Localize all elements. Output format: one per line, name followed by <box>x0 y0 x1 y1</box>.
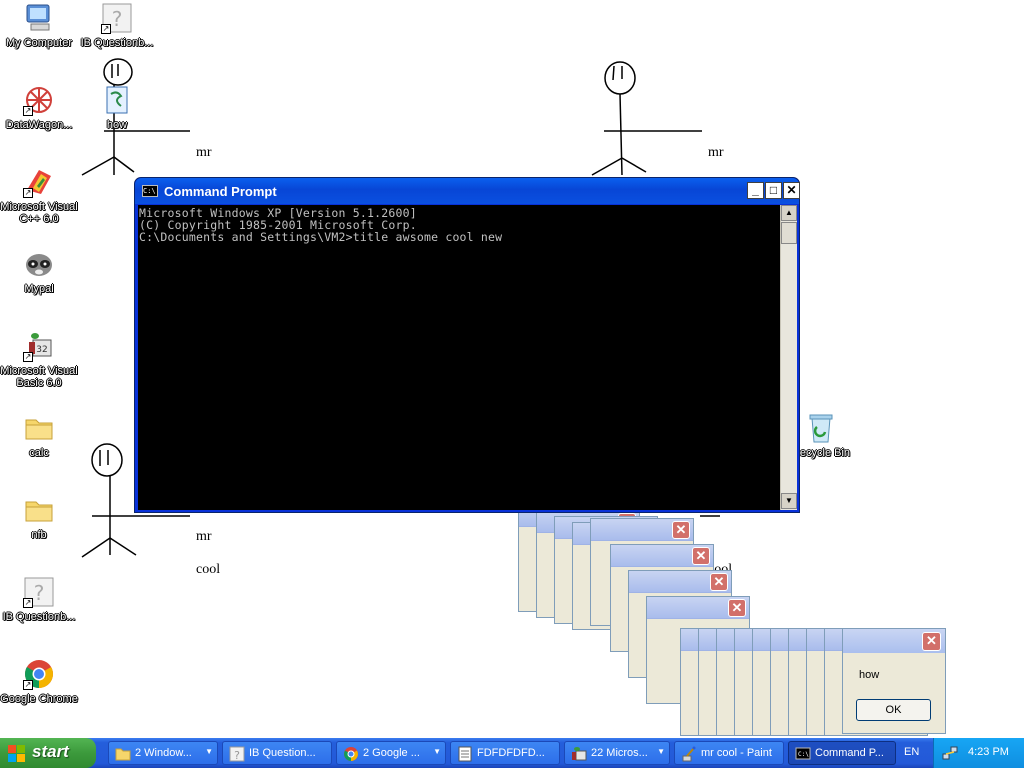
console-line: C:\Documents and Settings\VM2>title awso… <box>139 230 503 244</box>
chevron-down-icon: ▼ <box>433 747 441 756</box>
windows-flag-icon <box>8 745 25 762</box>
taskbar-button-google-chrome[interactable]: 2 Google ... ▼ <box>336 741 446 765</box>
cmd-icon: C:\ <box>795 747 811 760</box>
chrome-icon: ↗ <box>23 658 55 690</box>
scroll-thumb[interactable] <box>781 222 797 244</box>
desktop-icon-datawagon[interactable]: ↗ DataWagon... <box>0 84 78 131</box>
taskbar-button-command-prompt[interactable]: C:\ Command P... <box>788 741 896 765</box>
maximize-button[interactable]: □ <box>765 182 782 199</box>
vertical-scrollbar[interactable]: ▲ ▼ <box>780 205 797 510</box>
window-title: Command Prompt <box>164 184 277 199</box>
recycle-bin-icon <box>805 412 837 444</box>
close-button[interactable]: ✕ <box>728 599 746 617</box>
close-button[interactable]: ✕ <box>710 573 728 591</box>
taskbar-button-ib-question[interactable]: ? IB Question... <box>222 741 332 765</box>
message-box-titlebar[interactable]: ✕ <box>611 545 713 567</box>
message-text: how <box>859 669 880 681</box>
taskbar-button-fdfdfdfd[interactable]: FDFDFDFD... <box>450 741 560 765</box>
message-box-titlebar[interactable]: ✕ <box>647 597 749 619</box>
console-output[interactable]: Microsoft Windows XP [Version 5.1.2600] … <box>138 205 780 510</box>
ok-button[interactable]: OK <box>856 699 931 721</box>
desktop-icon-nfb-folder[interactable]: nfb <box>0 494 78 541</box>
message-box: ✕ how OK <box>842 628 946 734</box>
cmd-icon: C:\ <box>142 185 158 197</box>
taskbar: start 2 Window... ▼ ? IB Question... 2 G… <box>0 738 1024 768</box>
paint-icon <box>682 746 696 762</box>
datawagon-icon: ↗ <box>23 84 55 116</box>
paint-text-mr: mr <box>196 529 212 544</box>
message-box-titlebar[interactable]: ✕ <box>629 571 731 593</box>
desktop-icon-google-chrome[interactable]: ↗ Google Chrome <box>0 658 78 705</box>
script-file-icon <box>101 84 133 116</box>
start-button[interactable]: start <box>0 738 96 768</box>
language-indicator[interactable]: EN <box>904 746 919 758</box>
clock[interactable]: 4:23 PM <box>968 746 1009 758</box>
unknown-shortcut-icon: ? ↗ <box>23 576 55 608</box>
close-button[interactable]: ✕ <box>672 521 690 539</box>
desktop-icon-how[interactable]: how <box>78 84 156 131</box>
paint-text-mr: mr <box>708 145 724 160</box>
minimize-button[interactable]: _ <box>747 182 764 199</box>
desktop-icon-mypal[interactable]: Mypal <box>0 248 78 295</box>
close-button[interactable]: ✕ <box>783 182 800 199</box>
svg-text:?: ? <box>234 749 240 762</box>
scroll-up-arrow-icon[interactable]: ▲ <box>781 205 797 221</box>
svg-text:C:\: C:\ <box>798 751 809 758</box>
taskbar-button-paint[interactable]: mr cool - Paint <box>674 741 784 765</box>
mypal-raccoon-icon <box>23 248 55 280</box>
visual-basic-icon <box>572 747 587 761</box>
visual-basic-icon: 32 ↗ <box>23 330 55 362</box>
message-box-titlebar[interactable]: ✕ <box>591 519 693 541</box>
unknown-shortcut-icon: ? ↗ <box>101 2 133 34</box>
paint-text-cool: cool <box>196 562 221 577</box>
desktop-icon-visual-basic[interactable]: 32 ↗ Microsoft Visual Basic 6.0 <box>0 330 78 389</box>
paint-text-mr: mr <box>196 145 212 160</box>
folder-icon <box>23 494 55 526</box>
chevron-down-icon: ▼ <box>205 747 213 756</box>
window-titlebar[interactable]: C:\ Command Prompt _ □ ✕ <box>135 178 800 204</box>
svg-text:32: 32 <box>36 345 47 355</box>
close-button[interactable]: ✕ <box>692 547 710 565</box>
folder-icon <box>115 748 131 761</box>
svg-text:?: ? <box>112 7 123 31</box>
chrome-icon <box>344 747 358 761</box>
visual-cpp-icon: ↗ <box>23 166 55 198</box>
scroll-down-arrow-icon[interactable]: ▼ <box>781 493 797 509</box>
desktop-icon-calc-folder[interactable]: calc <box>0 412 78 459</box>
command-prompt-window: C:\ Command Prompt _ □ ✕ Microsoft Windo… <box>134 177 800 513</box>
taskbar-button-windows-explorer[interactable]: 2 Window... ▼ <box>108 741 218 765</box>
chevron-down-icon: ▼ <box>657 747 665 756</box>
network-icon[interactable] <box>942 745 958 761</box>
svg-text:?: ? <box>34 581 45 605</box>
folder-icon <box>23 412 55 444</box>
desktop-icon-ib-questionbank[interactable]: ? ↗ IB Questionb... <box>78 2 156 49</box>
system-tray: 4:23 PM <box>933 738 1024 768</box>
my-computer-icon <box>23 2 55 34</box>
message-box-titlebar[interactable]: ✕ <box>843 629 945 653</box>
unknown-shortcut-icon: ? <box>229 746 245 762</box>
document-icon <box>458 746 472 762</box>
desktop-icon-visual-cpp[interactable]: ↗ Microsoft Visual C++ 6.0 <box>0 166 78 225</box>
close-button[interactable]: ✕ <box>922 632 941 651</box>
taskbar-button-microsoft[interactable]: 22 Micros... ▼ <box>564 741 670 765</box>
desktop-icon-my-computer[interactable]: My Computer <box>0 2 78 49</box>
desktop-icon-ib-questionbank-2[interactable]: ? ↗ IB Questionb... <box>0 576 78 623</box>
